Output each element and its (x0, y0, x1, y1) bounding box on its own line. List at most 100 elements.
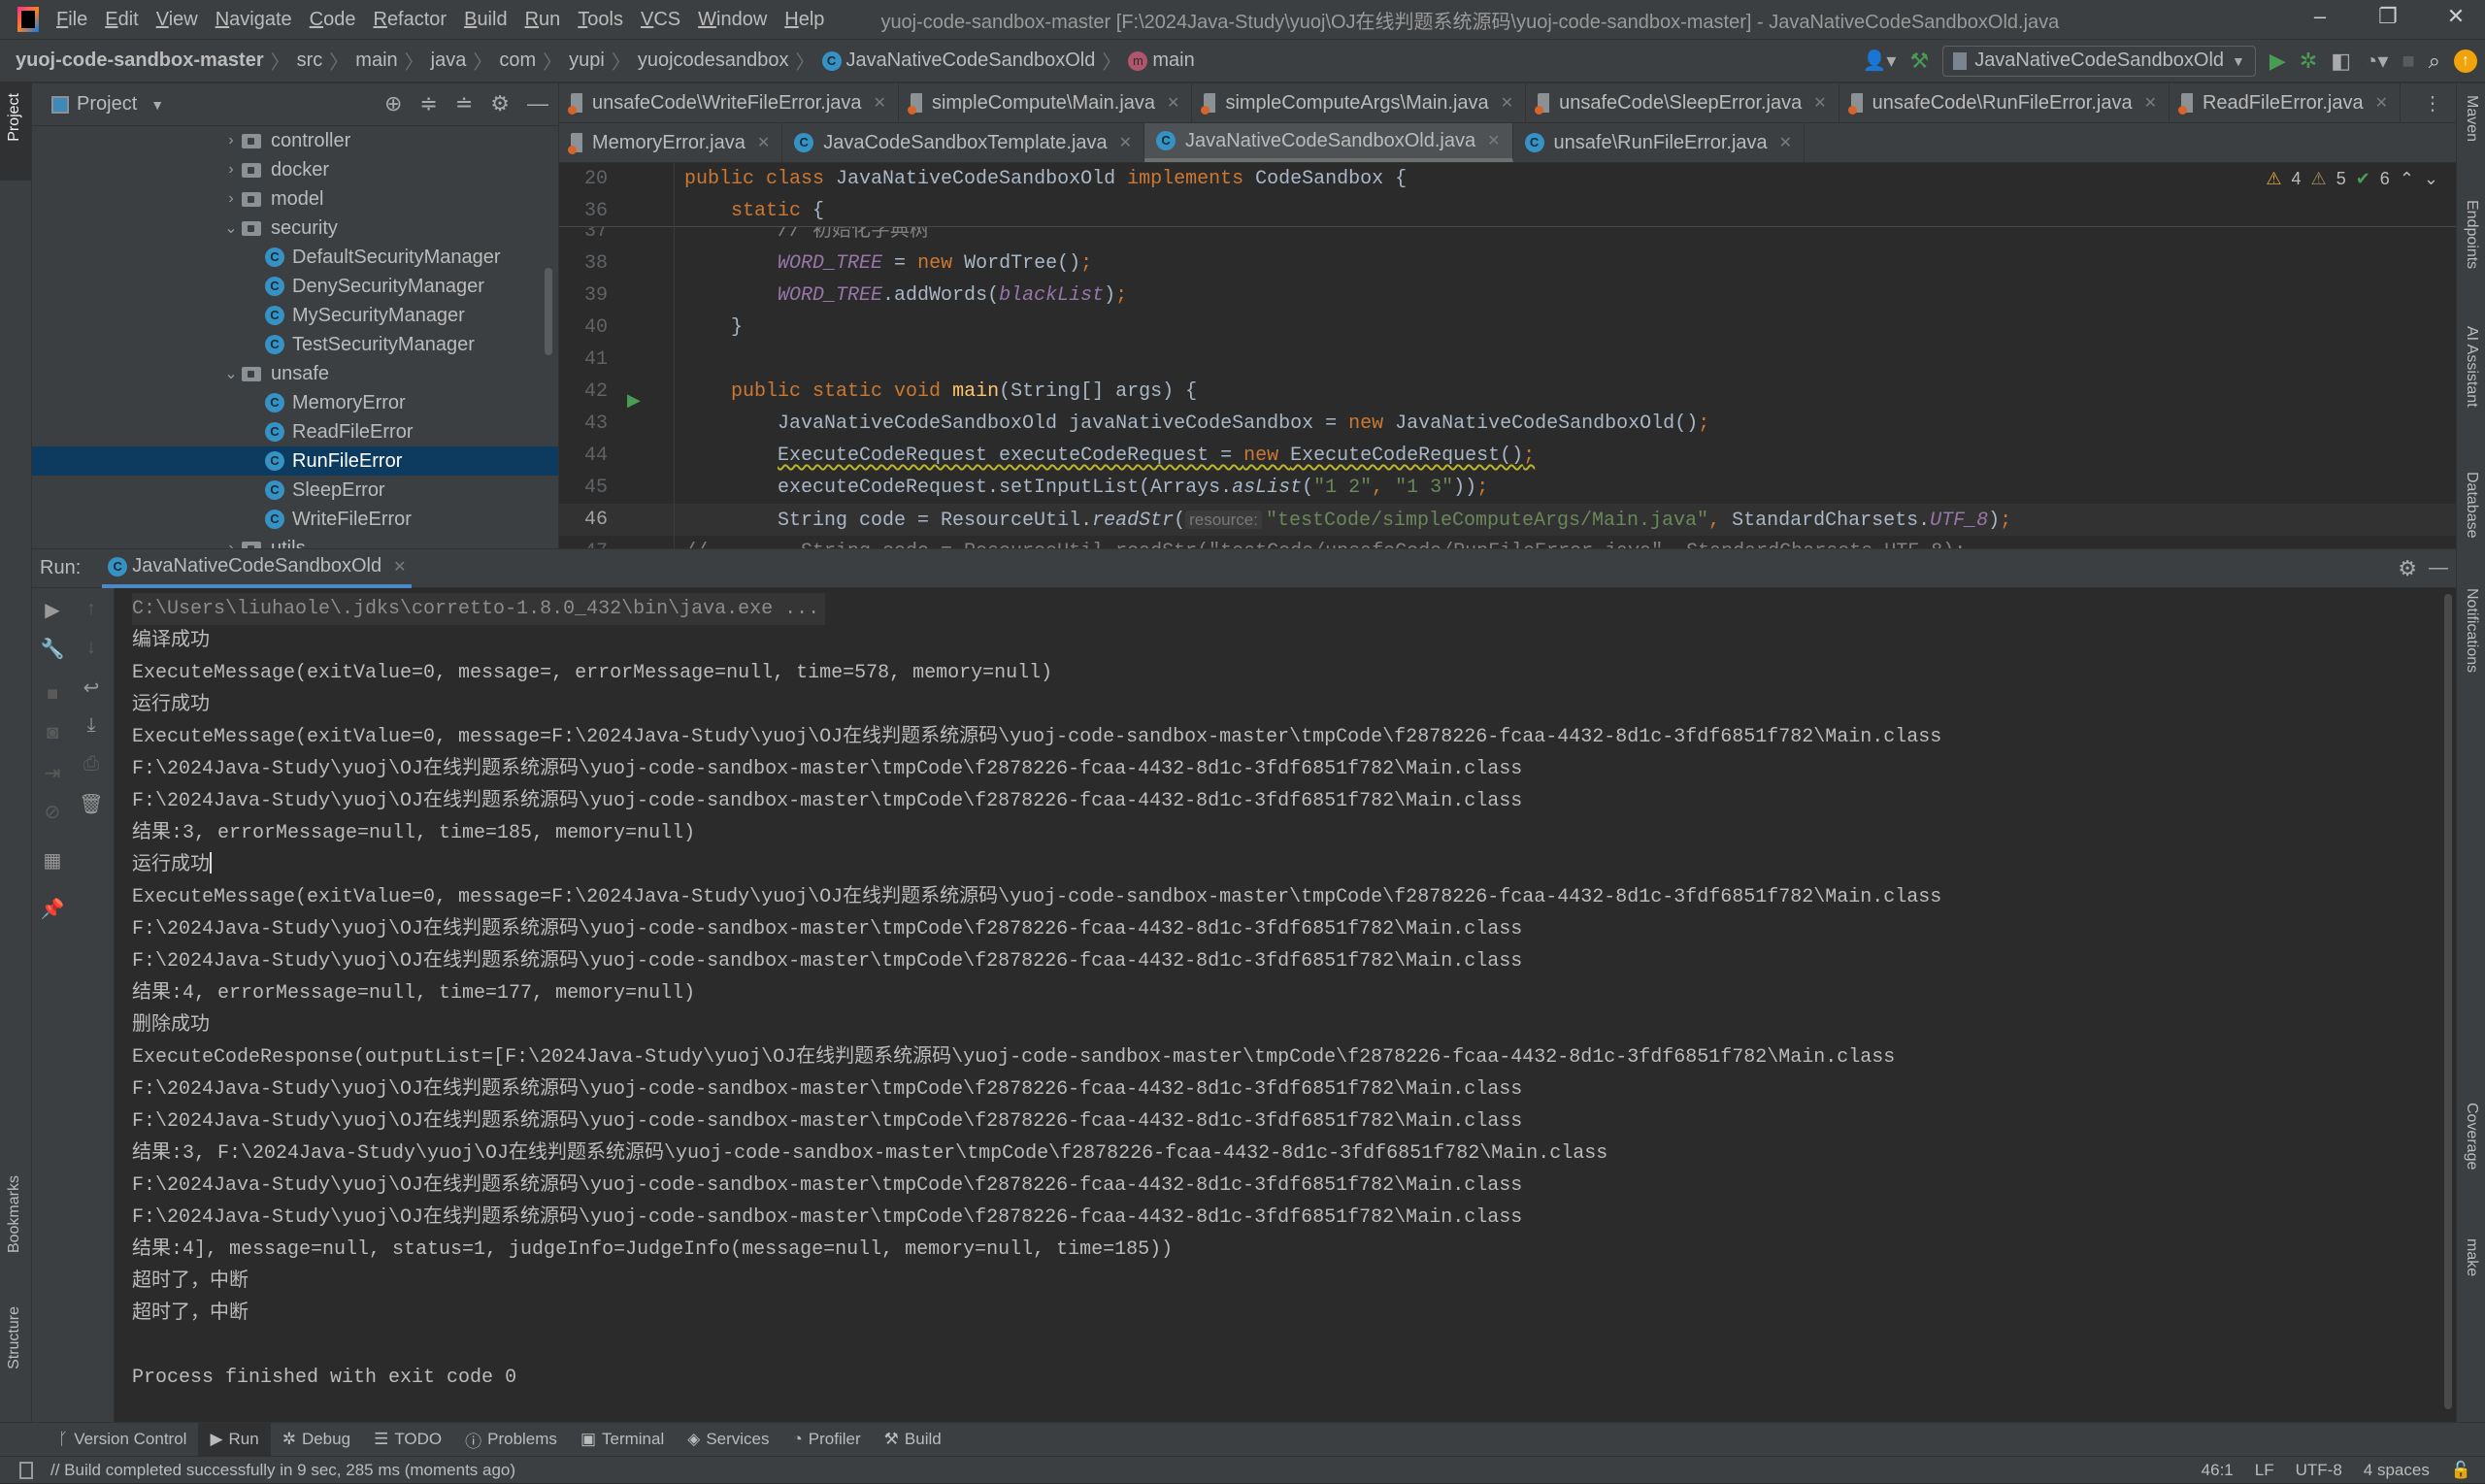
restore-button[interactable]: ❐ (2369, 4, 2407, 35)
more-tabs-icon[interactable]: ⋮ (2423, 91, 2442, 115)
update-icon[interactable]: ↑ (2454, 49, 2477, 73)
breadcrumb-item[interactable]: src (297, 49, 323, 72)
menu-file[interactable]: File (56, 9, 87, 31)
tool-window-run[interactable]: ▶Run (198, 1423, 270, 1457)
tool-window-build[interactable]: ⚒Build (873, 1423, 953, 1457)
project-view-select[interactable]: Project (77, 93, 137, 115)
down-arrow-icon[interactable]: ↓ (77, 637, 106, 659)
next-highlight-icon[interactable]: ⌄ (2424, 169, 2438, 189)
editor-tab[interactable]: simpleComputeArgs\Main.java✕ (1192, 83, 1526, 122)
console-scrollbar[interactable] (2441, 588, 2456, 1422)
locate-icon[interactable]: ⊕ (384, 91, 402, 116)
tree-item[interactable]: CSleepError (32, 476, 559, 505)
tool-window-profiler[interactable]: ◔Profiler (781, 1423, 873, 1457)
menu-run[interactable]: Run (525, 9, 561, 31)
soft-wrap-icon[interactable]: ↩ (77, 676, 106, 700)
status-message[interactable]: // Build completed successfully in 9 sec… (50, 1461, 515, 1480)
hide-icon[interactable]: — (527, 91, 548, 116)
tree-item[interactable]: CDefaultSecurityManager (32, 243, 559, 272)
tree-item[interactable]: ⌄security (32, 214, 559, 243)
tool-window-version-control[interactable]: ᚴVersion Control (47, 1423, 198, 1457)
menu-build[interactable]: Build (464, 9, 507, 31)
layout-icon[interactable]: ▦ (38, 848, 67, 873)
editor-tab[interactable]: CJavaNativeCodeSandboxOld.java✕ (1144, 123, 1512, 162)
tree-item[interactable]: ›utils (32, 534, 559, 548)
tree-item[interactable]: ›docker (32, 155, 559, 184)
lock-icon[interactable]: 🔓 (2451, 1461, 2471, 1480)
breadcrumb-item[interactable]: com (499, 49, 536, 72)
breadcrumb-item[interactable]: yupi (569, 49, 605, 72)
project-tool-button[interactable]: Project (6, 93, 23, 142)
print-icon[interactable]: ⎙ (77, 753, 106, 775)
right-tool-make[interactable]: make (2463, 1238, 2480, 1276)
menu-code[interactable]: Code (310, 9, 356, 31)
tool-window-problems[interactable]: ⓘProblems (453, 1423, 569, 1457)
menu-vcs[interactable]: VCS (641, 9, 680, 31)
tree-item[interactable]: ›model (32, 184, 559, 214)
right-tool-notifications[interactable]: Notifications (2463, 588, 2480, 673)
tree-item[interactable]: CReadFileError (32, 417, 559, 446)
close-tab-icon[interactable]: ✕ (393, 557, 406, 577)
pin-icon[interactable]: 📌 (38, 897, 67, 921)
search-icon[interactable]: ⌕ (2429, 49, 2440, 74)
run-configuration-select[interactable]: JavaNativeCodeSandboxOld ▼ (1942, 46, 2256, 77)
editor-tab[interactable]: simpleCompute\Main.java✕ (899, 83, 1193, 122)
tree-item[interactable]: ⌄unsafe (32, 359, 559, 388)
tool-window-debug[interactable]: ✲Debug (271, 1423, 362, 1457)
minimize-button[interactable]: – (2301, 4, 2339, 35)
chevron-down-icon[interactable]: ⌄ (220, 218, 242, 238)
line-separator[interactable]: LF (2255, 1461, 2274, 1480)
tree-item[interactable]: CMySecurityManager (32, 301, 559, 330)
panel-toggle-icon[interactable] (19, 1462, 33, 1479)
editor-tab[interactable]: unsafeCode\RunFileError.java✕ (1839, 83, 2170, 122)
chevron-right-icon[interactable]: › (220, 190, 242, 208)
tree-item[interactable]: CWriteFileError (32, 505, 559, 534)
right-tool-coverage[interactable]: Coverage (2463, 1103, 2480, 1170)
login-icon[interactable]: ⇥ (38, 761, 67, 785)
profile-icon[interactable]: ◔▾ (2365, 49, 2388, 74)
restore-layout-icon[interactable]: ⊘ (38, 800, 67, 824)
run-gutter-icon[interactable]: ▶ (627, 390, 641, 412)
menu-help[interactable]: Help (784, 9, 824, 31)
right-tool-endpoints[interactable]: Endpoints (2463, 200, 2480, 269)
breadcrumb-item[interactable]: main (355, 49, 397, 72)
menu-edit[interactable]: Edit (105, 9, 138, 31)
project-scrollbar[interactable] (545, 268, 552, 355)
close-tab-icon[interactable]: ✕ (1167, 93, 1179, 113)
chevron-down-icon[interactable]: ⌄ (220, 364, 242, 383)
console-output[interactable]: C:\Users\liuhaole\.jdks\corretto-1.8.0_4… (115, 588, 2441, 1422)
editor-tab[interactable]: unsafeCode\SleepError.java✕ (1526, 83, 1839, 122)
tree-item[interactable]: CDenySecurityManager (32, 272, 559, 301)
breadcrumb-item[interactable]: main (1152, 49, 1194, 72)
menu-view[interactable]: View (156, 9, 198, 31)
scroll-to-end-icon[interactable]: ⤓ (77, 714, 106, 737)
close-tab-icon[interactable]: ✕ (757, 133, 770, 152)
tool-window-services[interactable]: ◈Services (676, 1423, 780, 1457)
structure-tool-button[interactable]: Structure (6, 1306, 23, 1369)
breadcrumb-item[interactable]: yuoj-code-sandbox-master (16, 49, 264, 72)
editor-tab[interactable]: unsafeCode\WriteFileError.java✕ (559, 83, 899, 122)
close-tab-icon[interactable]: ✕ (2144, 93, 2157, 113)
right-tool-maven[interactable]: Maven (2463, 95, 2480, 142)
close-window-button[interactable]: ✕ (2436, 4, 2475, 35)
trash-icon[interactable]: 🗑 (77, 792, 106, 816)
inspection-widget[interactable]: ⚠4 ⚠5 ✔6 ⌃ ⌄ (2266, 169, 2438, 189)
caret-position[interactable]: 46:1 (2202, 1461, 2234, 1480)
tree-item[interactable]: CMemoryError (32, 388, 559, 417)
tree-item[interactable]: CTestSecurityManager (32, 330, 559, 359)
tree-item[interactable]: ›controller (32, 126, 559, 155)
close-tab-icon[interactable]: ✕ (874, 93, 886, 113)
run-tab[interactable]: C JavaNativeCodeSandboxOld ✕ (102, 549, 412, 588)
close-tab-icon[interactable]: ✕ (1487, 131, 1500, 150)
gear-icon[interactable]: ⚙ (490, 91, 510, 116)
editor-tab[interactable]: MemoryError.java✕ (559, 123, 782, 162)
right-tool-ai-assistant[interactable]: AI Assistant (2463, 326, 2480, 408)
breadcrumb-item[interactable]: java (431, 49, 467, 72)
tool-window-terminal[interactable]: ▣Terminal (569, 1423, 676, 1457)
menu-tools[interactable]: Tools (578, 9, 623, 31)
indent-setting[interactable]: 4 spaces (2364, 1461, 2430, 1480)
chevron-down-icon[interactable]: ▼ (150, 97, 164, 113)
debug-icon[interactable]: ✲ (2300, 49, 2317, 74)
previous-highlight-icon[interactable]: ⌃ (2400, 169, 2414, 189)
expand-all-icon[interactable]: ≑ (419, 91, 437, 116)
